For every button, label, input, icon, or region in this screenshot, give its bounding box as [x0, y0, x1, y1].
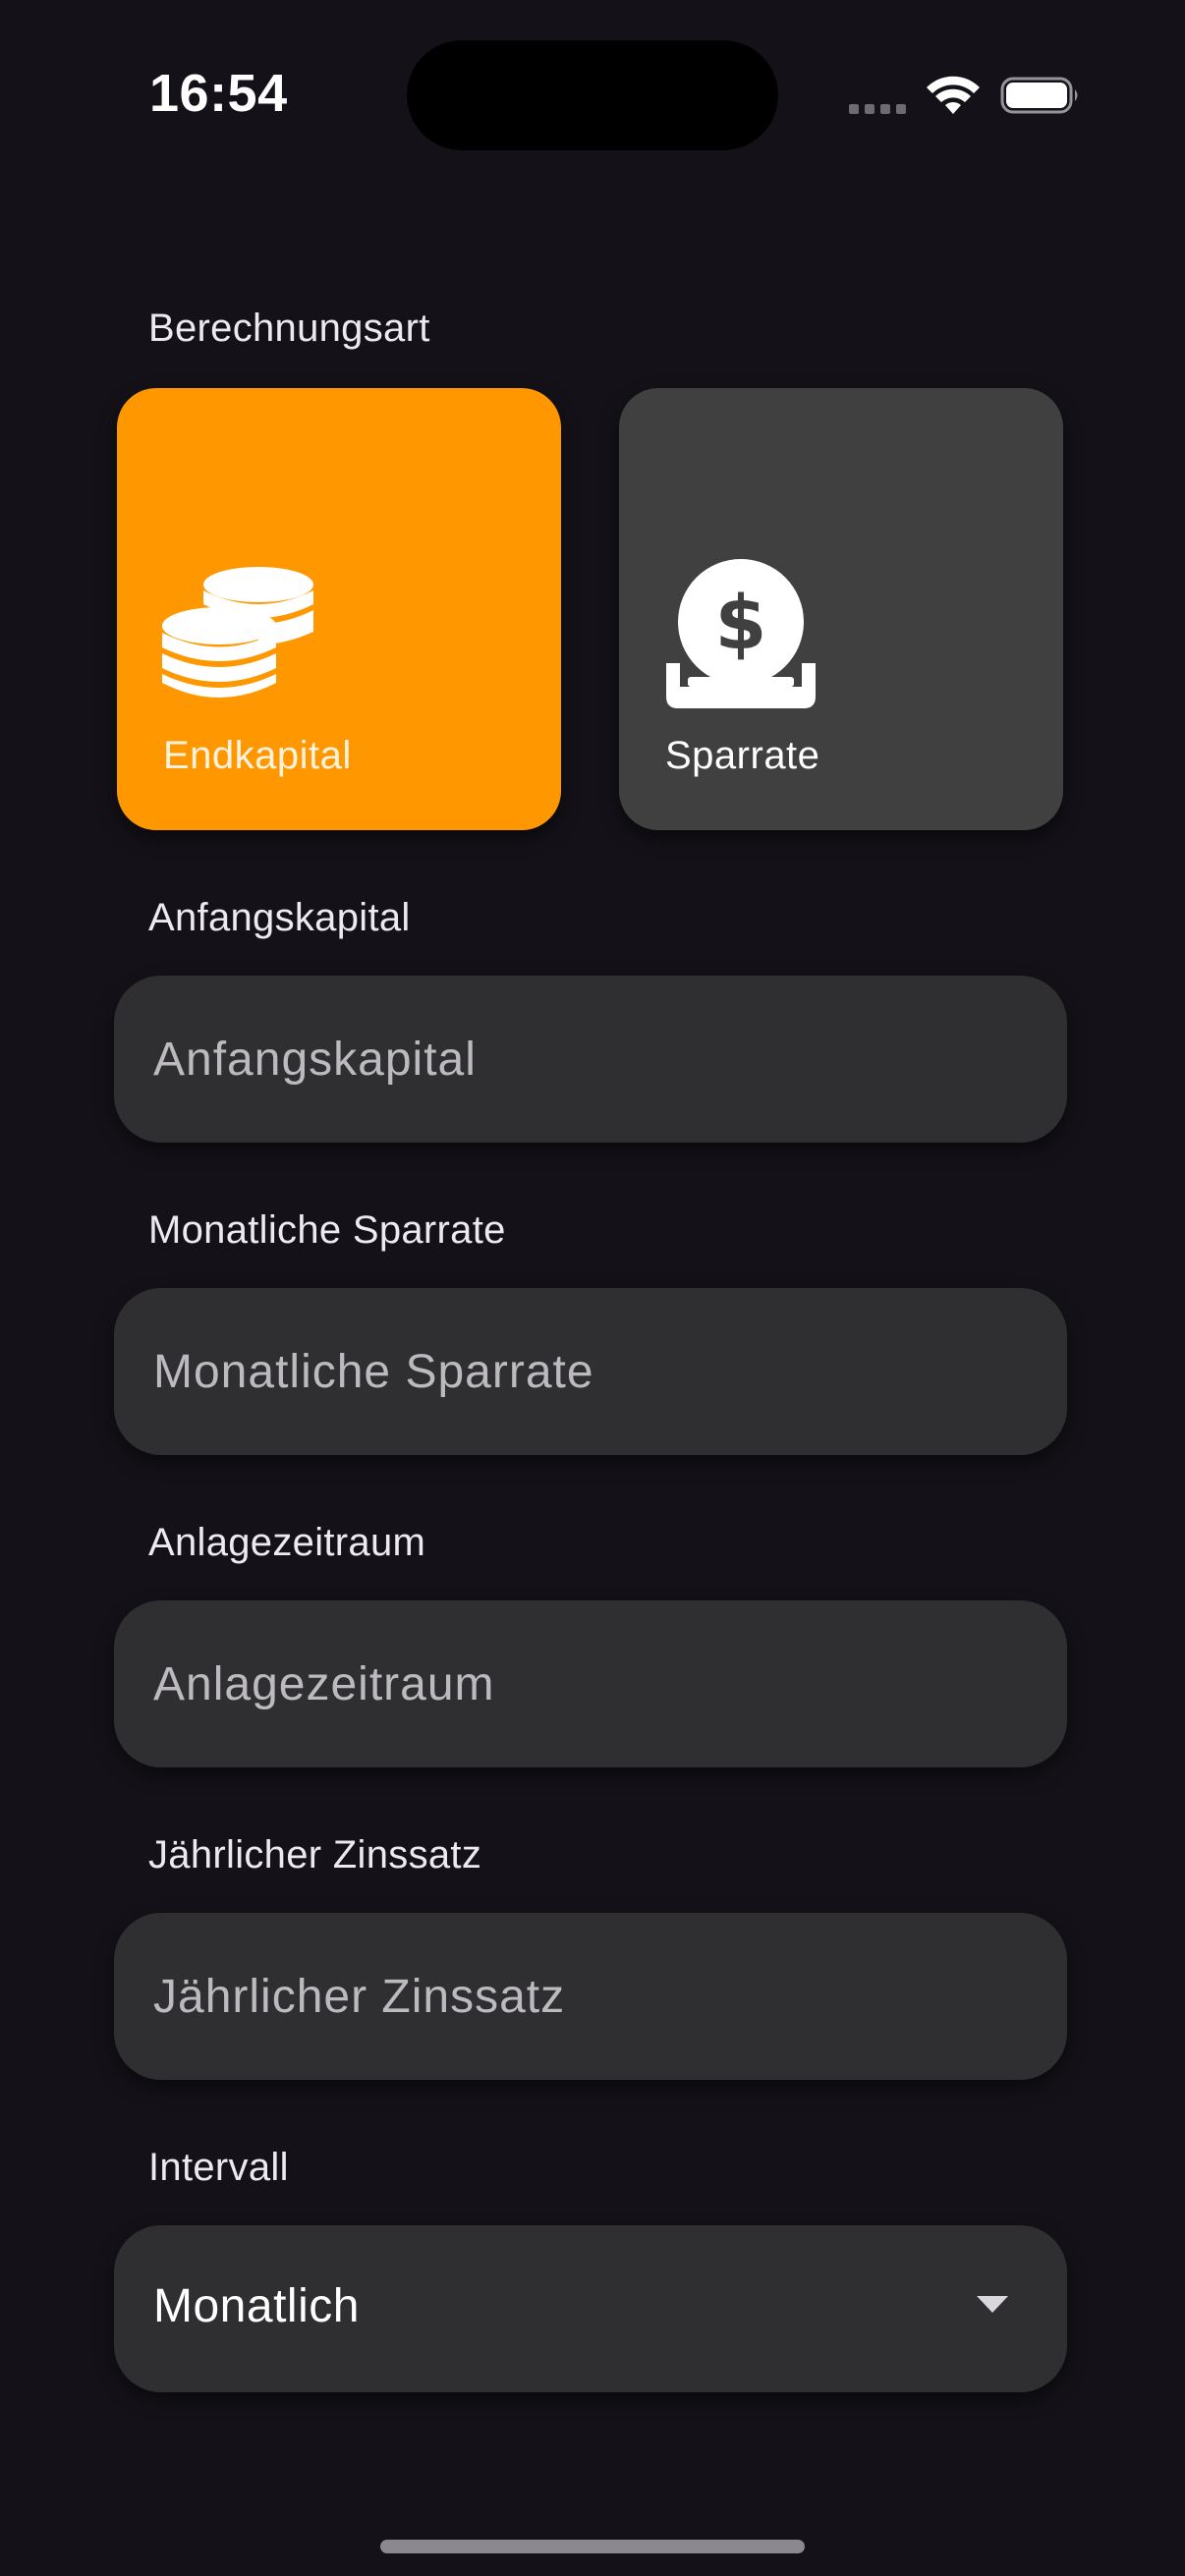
calc-type-label: Berechnungsart [148, 307, 430, 350]
sparrate-field[interactable] [114, 1288, 1067, 1455]
wifi-icon [927, 76, 980, 114]
option-endkapital-label: Endkapital [163, 734, 352, 777]
sparrate-label: Monatliche Sparrate [148, 1208, 506, 1252]
interval-dropdown[interactable]: Monatlich [114, 2225, 1067, 2392]
status-bar: 16:54 [0, 0, 1185, 196]
cellular-signal-icon [849, 104, 906, 114]
battery-icon [1000, 77, 1078, 114]
zeitraum-label: Anlagezeitraum [148, 1521, 426, 1564]
option-sparrate-card[interactable]: $ Sparrate [619, 388, 1063, 830]
zinssatz-label: Jährlicher Zinssatz [148, 1833, 482, 1876]
interval-label: Intervall [148, 2146, 289, 2189]
dollar-deposit-icon: $ [666, 559, 816, 708]
dropdown-arrow-icon [977, 2296, 1008, 2313]
zeitraum-field[interactable] [114, 1600, 1067, 1767]
anfangskapital-field[interactable] [114, 976, 1067, 1143]
anfangskapital-label: Anfangskapital [148, 896, 411, 939]
status-time: 16:54 [149, 64, 288, 123]
zeitraum-input[interactable] [153, 1600, 1018, 1767]
option-sparrate-label: Sparrate [665, 734, 820, 777]
dynamic-island [407, 40, 778, 150]
option-endkapital-card[interactable]: Endkapital [117, 388, 561, 830]
zinssatz-input[interactable] [153, 1913, 1018, 2080]
home-indicator[interactable] [380, 2540, 805, 2553]
zinssatz-field[interactable] [114, 1913, 1067, 2080]
svg-text:$: $ [715, 579, 767, 666]
interval-selected-value: Monatlich [153, 2280, 360, 2332]
coins-icon [162, 567, 313, 698]
sparrate-input[interactable] [153, 1288, 1018, 1455]
anfangskapital-input[interactable] [153, 976, 1018, 1143]
